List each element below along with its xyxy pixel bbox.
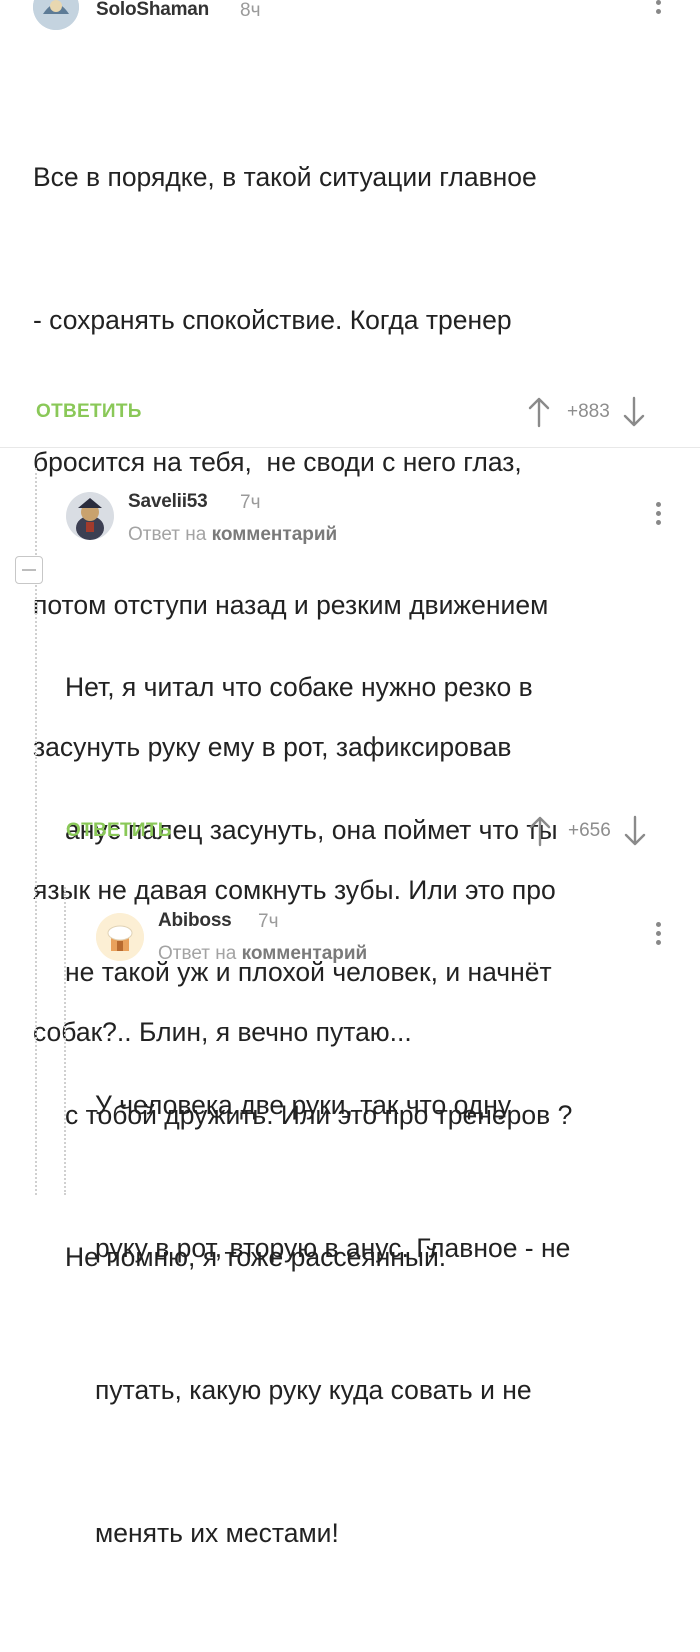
vote-controls: +883 [527,394,646,430]
reply-to-prefix: Ответ на [158,943,237,964]
comment-time: 7ч [240,492,261,513]
more-vertical-icon[interactable] [654,0,662,18]
comment-time: 8ч [240,0,261,21]
user-avatar-icon [33,0,79,30]
user-avatar-icon [96,913,144,961]
reply-button[interactable]: ОТВЕТИТЬ [36,401,142,423]
comment-line: Все в порядке, в такой ситуации главное [33,162,537,192]
comment-line: менять их местами! [95,1517,339,1548]
rating-count: +883 [567,401,610,422]
comment-author[interactable]: SoloShaman [96,0,209,21]
avatar-soloshaman[interactable] [33,0,79,30]
comment-line: путать, какую руку куда совать и не [95,1375,532,1405]
arrow-up-icon[interactable] [528,815,552,847]
comment-line: - сохранять спокойствие. Когда тренер [33,304,512,335]
comment-line: Нет, я читал что собаке нужно резко в [65,672,533,702]
comment-line: руку в рот, вторую в анус. Главное - не [95,1232,571,1263]
comment-author[interactable]: Abiboss [158,910,232,932]
comment-body: У человека две руки, так что одну руку в… [95,987,570,1652]
more-vertical-icon[interactable] [654,502,662,529]
reply-to-prefix: Ответ на [128,524,207,545]
comment-author[interactable]: Savelii53 [128,491,208,513]
arrow-down-icon[interactable] [623,815,647,847]
arrow-down-icon[interactable] [622,396,646,428]
reply-to-line: Ответ на комментарий [128,524,337,546]
user-avatar-icon [66,492,114,540]
vote-controls: +656 [528,813,647,849]
thread-divider [0,447,700,448]
reply-button[interactable]: ОТВЕТИТЬ [66,820,172,842]
reply-to-link[interactable]: комментарий [212,524,338,545]
arrow-up-icon[interactable] [527,396,551,428]
rating-count: +656 [568,820,611,841]
comment-line: У человека две руки, так что одну [95,1090,512,1120]
reply-to-link[interactable]: комментарий [242,943,368,964]
reply-to-line: Ответ на комментарий [158,943,367,965]
avatar-savelii53[interactable] [66,492,114,540]
comment-time: 7ч [258,911,279,932]
more-vertical-icon[interactable] [654,922,662,949]
minus-square-icon[interactable] [15,556,43,584]
avatar-abiboss[interactable] [96,913,144,961]
